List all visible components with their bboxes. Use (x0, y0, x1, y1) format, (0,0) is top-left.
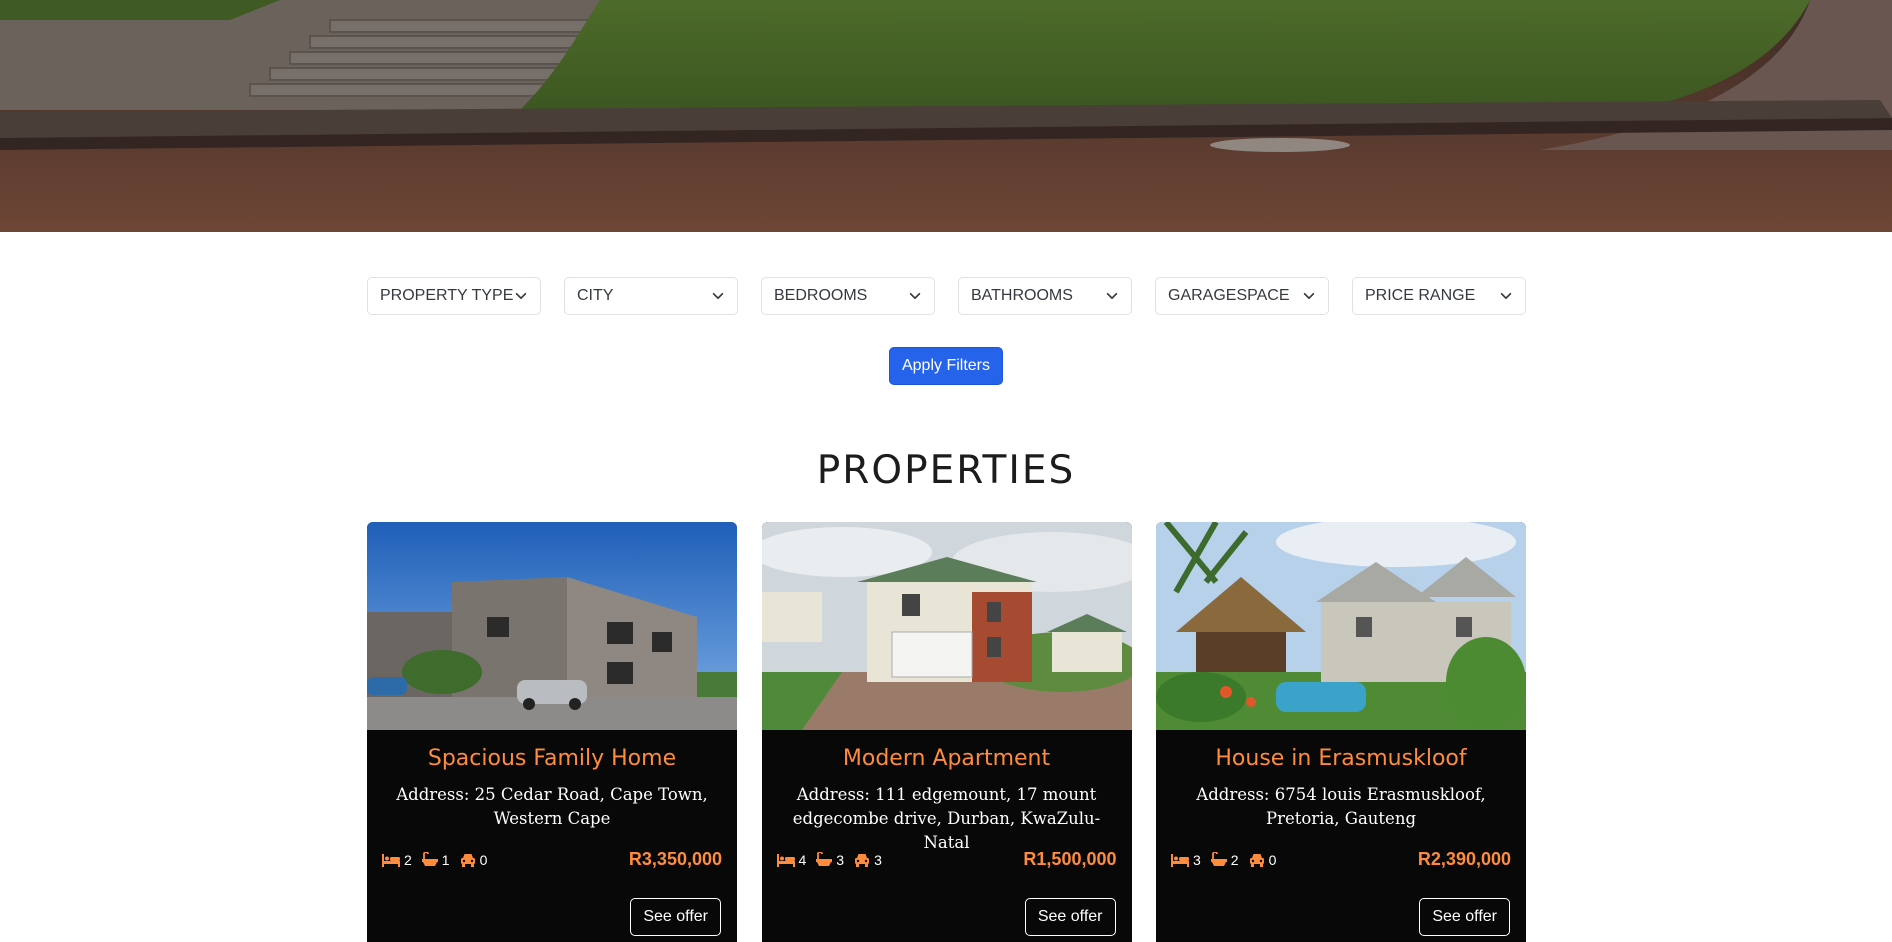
property-meta: 4 3 3 R1,500,000 (776, 849, 1117, 870)
bathrooms-count: 1 (441, 851, 450, 868)
property-price: R3,350,000 (628, 849, 722, 869)
property-photo (761, 522, 1132, 730)
bathrooms-label: BATHROOMS (971, 287, 1073, 304)
apply-filters-button[interactable]: Apply Filters (888, 347, 1004, 385)
bath-icon (816, 852, 833, 866)
bathrooms-feature: 1 (421, 851, 450, 868)
bedrooms-label: BEDROOMS (774, 287, 868, 304)
bathrooms-feature: 2 (1210, 851, 1239, 868)
property-price: R2,390,000 (1417, 849, 1511, 869)
car-icon (855, 853, 870, 867)
bed-icon (776, 853, 795, 867)
bedrooms-feature: 4 (776, 851, 807, 868)
price-range-select[interactable]: PRICE RANGE (1352, 277, 1526, 315)
bedrooms-feature: 2 (382, 852, 412, 868)
bathrooms-count: 3 (836, 851, 845, 868)
bathrooms-select[interactable]: BATHROOMS (958, 277, 1132, 315)
property-photo (367, 522, 737, 730)
chevron-down-icon (1303, 292, 1315, 300)
property-title: House in Erasmuskloof (1215, 746, 1467, 771)
hero-banner-image (0, 0, 1892, 232)
garages-count: 0 (1268, 851, 1277, 868)
garagespace-select[interactable]: GARAGESPACE (1155, 277, 1329, 315)
chevron-down-icon (515, 292, 527, 300)
property-features: 2 1 0 (382, 852, 487, 868)
bathrooms-count: 2 (1230, 851, 1239, 868)
apply-filters-row: Apply Filters (0, 347, 1892, 385)
bedrooms-count: 3 (1193, 851, 1201, 868)
property-card: House in Erasmuskloof Address: 6754 loui… (1156, 522, 1526, 942)
property-address: Address: 25 Cedar Road, Cape Town, Weste… (396, 785, 708, 828)
bedrooms-count: 2 (404, 851, 412, 868)
bed-icon (1171, 853, 1189, 867)
see-offer-button[interactable]: See offer (630, 898, 721, 936)
price-range-label: PRICE RANGE (1365, 287, 1476, 304)
garages-feature: 0 (1249, 851, 1277, 868)
car-icon (460, 853, 475, 867)
bedrooms-select[interactable]: BEDROOMS (761, 277, 935, 315)
property-type-select[interactable]: PROPERTY TYPE (367, 277, 541, 315)
garages-count: 3 (874, 851, 882, 868)
bed-icon (382, 853, 400, 867)
property-title: Spacious Family Home (427, 746, 677, 771)
car-icon (1249, 853, 1264, 867)
see-offer-button[interactable]: See offer (1024, 898, 1116, 936)
garages-feature: 0 (460, 851, 488, 868)
property-type-label: PROPERTY TYPE (380, 287, 514, 304)
garages-feature: 3 (854, 852, 882, 868)
bathrooms-feature: 3 (816, 852, 844, 868)
chevron-down-icon (909, 292, 921, 300)
property-features: 4 3 3 (776, 851, 882, 868)
garagespace-label: GARAGESPACE (1168, 287, 1290, 304)
city-select[interactable]: CITY (564, 277, 738, 315)
see-offer-button[interactable]: See offer (1419, 898, 1510, 936)
chevron-down-icon (1500, 292, 1512, 300)
property-list: Spacious Family Home Address: 25 Cedar R… (367, 522, 1526, 942)
city-label: CITY (577, 287, 614, 304)
property-meta: 3 2 0 R2,390,000 (1171, 849, 1511, 870)
property-features: 3 2 0 (1171, 852, 1276, 868)
property-card: Modern Apartment Address: 111 edgemount,… (761, 522, 1132, 942)
property-title: Modern Apartment (842, 746, 1051, 771)
chevron-down-icon (712, 292, 724, 300)
property-photo (1156, 522, 1526, 730)
bath-icon (421, 852, 438, 866)
chevron-down-icon (1106, 292, 1118, 300)
property-card: Spacious Family Home Address: 25 Cedar R… (367, 522, 737, 942)
property-address: Address: 6754 louis Erasmuskloof, Pretor… (1196, 785, 1486, 828)
garages-count: 0 (479, 851, 488, 868)
property-meta: 2 1 0 R3,350,000 (382, 849, 722, 870)
section-title: PROPERTIES (816, 448, 1076, 493)
filter-bar: PROPERTY TYPE CITY BEDROOMS BATHROOMS GA… (367, 277, 1526, 315)
property-price: R1,500,000 (1023, 849, 1117, 869)
bedrooms-count: 4 (798, 851, 807, 868)
bath-icon (1210, 852, 1227, 866)
bedrooms-feature: 3 (1171, 852, 1201, 868)
property-address: Address: 111 edgemount, 17 mount edgecom… (792, 785, 1101, 852)
